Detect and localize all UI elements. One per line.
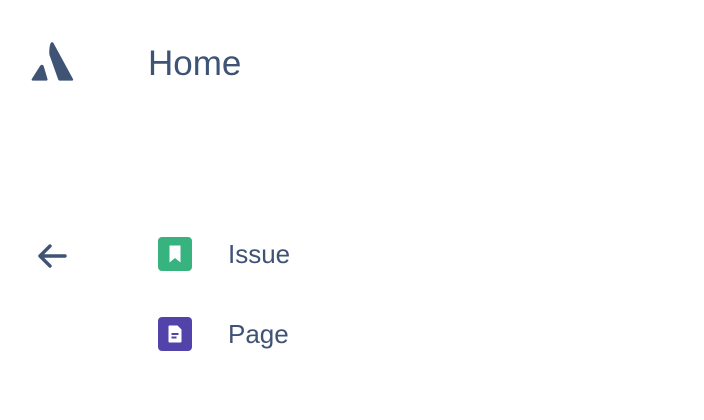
back-button[interactable] bbox=[34, 238, 70, 274]
create-page-label: Page bbox=[228, 318, 289, 349]
create-page-item[interactable]: Page bbox=[158, 316, 704, 352]
issue-story-icon bbox=[158, 237, 192, 271]
create-issue-item[interactable]: Issue bbox=[158, 236, 290, 272]
atlassian-logo-icon[interactable] bbox=[30, 40, 74, 84]
page-root: Home Issue Page bbox=[0, 0, 704, 420]
page-icon bbox=[158, 317, 192, 351]
page-title: Home bbox=[148, 44, 242, 83]
create-issue-label: Issue bbox=[228, 238, 291, 269]
arrow-left-icon bbox=[38, 244, 67, 268]
